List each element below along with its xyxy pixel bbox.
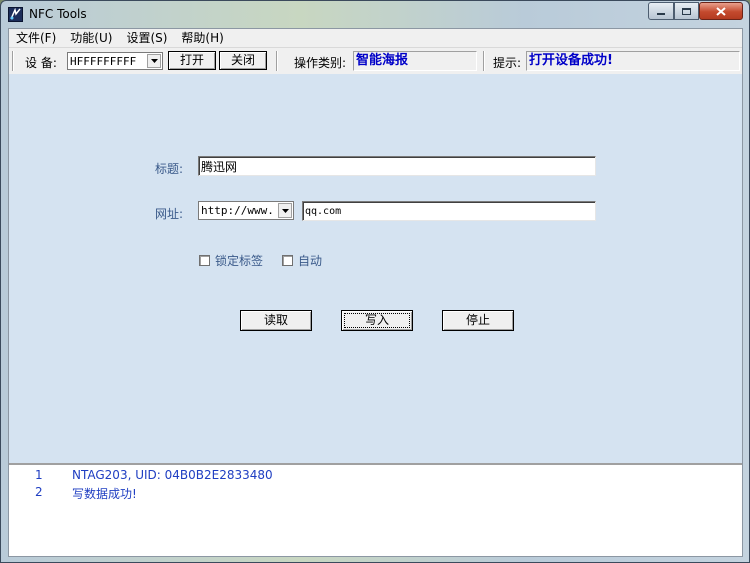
device-value: HFFFFFFFFF xyxy=(70,55,137,68)
client-area: 文件(F) 功能(U) 设置(S) 帮助(H) 设 备: HFFFFFFFFF … xyxy=(8,28,743,557)
title-field[interactable] xyxy=(198,156,596,176)
auto-label: 自动 xyxy=(298,254,323,268)
minimize-button[interactable] xyxy=(648,2,674,20)
lock-tag-checkbox[interactable]: 锁定标签 xyxy=(199,252,263,269)
log-text: NTAG203, UID: 04B0B2E2833480 xyxy=(72,468,273,482)
app-icon xyxy=(8,7,23,22)
menu-bar: 文件(F) 功能(U) 设置(S) 帮助(H) xyxy=(9,29,742,47)
log-text: 写数据成功! xyxy=(72,487,137,501)
dropdown-arrow-icon xyxy=(147,54,161,68)
log-number: 1 xyxy=(35,468,43,482)
minimize-icon xyxy=(657,13,665,15)
log-panel[interactable]: 1 NTAG203, UID: 04B0B2E2833480 2 写数据成功! xyxy=(9,463,742,556)
dropdown-arrow-icon xyxy=(278,203,292,218)
log-row: 2 写数据成功! xyxy=(9,485,742,501)
url-prefix-select[interactable]: http://www. xyxy=(198,201,294,220)
url-input[interactable] xyxy=(303,202,595,220)
lock-tag-label: 锁定标签 xyxy=(215,254,264,268)
hint-display: 打开设备成功! xyxy=(526,51,740,71)
toolbar-separator xyxy=(276,51,278,71)
menu-function[interactable]: 功能(U) xyxy=(63,29,119,47)
toolbar-separator xyxy=(12,51,14,71)
title-label: 标题: xyxy=(155,162,184,176)
close-icon xyxy=(716,6,726,16)
title-input[interactable] xyxy=(199,157,595,175)
maximize-icon xyxy=(682,7,691,15)
log-number: 2 xyxy=(35,485,43,499)
op-type-display: 智能海报 xyxy=(353,51,477,71)
url-prefix-value: http://www. xyxy=(201,204,274,217)
close-window-button[interactable] xyxy=(699,2,743,20)
title-bar[interactable]: NFC Tools xyxy=(1,1,749,28)
url-label: 网址: xyxy=(155,207,184,221)
window-title: NFC Tools xyxy=(29,7,87,21)
op-type-label: 操作类别: xyxy=(294,56,347,70)
device-label: 设 备: xyxy=(25,56,57,70)
checkbox-box[interactable] xyxy=(199,255,210,266)
read-button[interactable]: 读取 xyxy=(240,310,312,331)
menu-help[interactable]: 帮助(H) xyxy=(174,29,230,47)
device-select[interactable]: HFFFFFFFFF xyxy=(67,52,163,70)
toolbar-separator xyxy=(483,51,485,71)
maximize-button[interactable] xyxy=(674,2,699,20)
write-button[interactable]: 写入 xyxy=(341,310,413,331)
app-window: NFC Tools 文件(F) 功能(U) 设置(S) 帮助(H) 设 备: H… xyxy=(0,0,750,563)
menu-file[interactable]: 文件(F) xyxy=(9,29,63,47)
menu-settings[interactable]: 设置(S) xyxy=(119,29,174,47)
stop-button[interactable]: 停止 xyxy=(442,310,514,331)
hint-label: 提示: xyxy=(493,56,522,70)
log-row: 1 NTAG203, UID: 04B0B2E2833480 xyxy=(9,468,742,484)
toolbar: 设 备: HFFFFFFFFF 打开 关闭 操作类别: 智能海报 提示: 打开设… xyxy=(9,47,742,75)
main-panel: 标题: 网址: http://www. 锁定标签 自动 xyxy=(9,74,742,463)
open-device-button[interactable]: 打开 xyxy=(168,51,216,70)
close-device-button[interactable]: 关闭 xyxy=(219,51,267,70)
auto-checkbox[interactable]: 自动 xyxy=(282,252,322,269)
checkbox-box[interactable] xyxy=(282,255,293,266)
url-field[interactable] xyxy=(302,201,596,221)
